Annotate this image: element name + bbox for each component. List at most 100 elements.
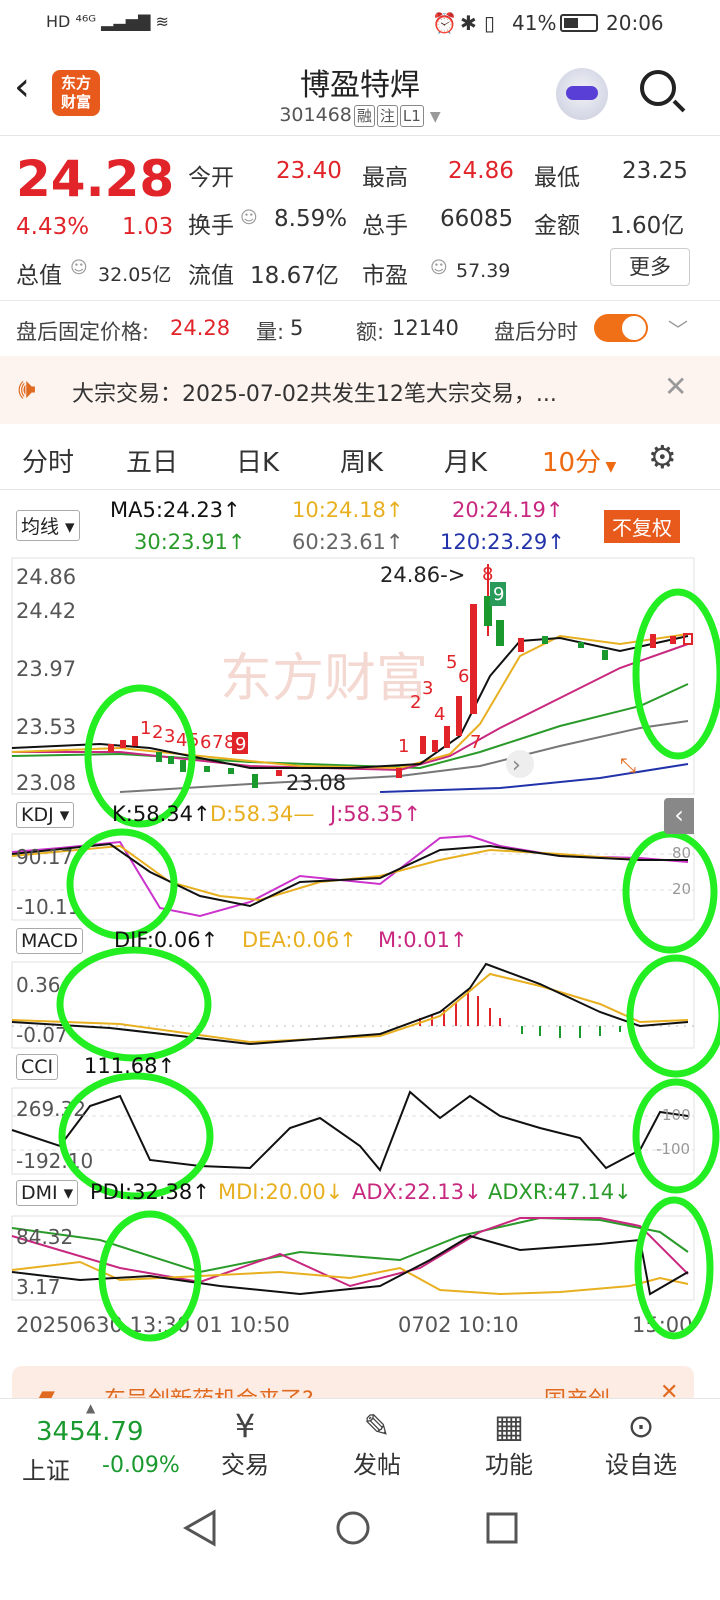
chevron-down-icon[interactable]: ﹀ xyxy=(668,314,688,343)
svg-text:8: 8 xyxy=(482,564,493,585)
search-icon[interactable] xyxy=(640,70,686,113)
index-name: 上证 xyxy=(22,1457,70,1485)
system-recents-icon xyxy=(486,1512,518,1544)
more-button[interactable]: 更多 xyxy=(610,248,690,286)
macd-dea-line xyxy=(11,972,689,1044)
system-back-icon xyxy=(182,1509,216,1547)
tab-monthly[interactable]: 月K xyxy=(444,442,487,479)
robot-assistant-icon[interactable] xyxy=(556,68,608,120)
mktcap-label: 总值 xyxy=(16,263,62,289)
ma60-value: 60:23.61↑ xyxy=(292,530,404,554)
kline-chart-area[interactable]: 东方财富 1234 5678 9 1234 5678 9 24.86-> 23.… xyxy=(0,556,720,1356)
change-percent: 4.43% xyxy=(16,214,90,240)
tab-intraday[interactable]: 分时 xyxy=(22,442,74,479)
svg-text:24.86: 24.86 xyxy=(16,565,76,589)
yen-icon: ¥ xyxy=(234,1407,256,1445)
level-tag: L1 xyxy=(399,105,424,127)
index-change: -0.09% xyxy=(102,1453,180,1478)
after-hours-price: 24.28 xyxy=(170,316,231,340)
dmi-adx-value: ADX:22.13↓ xyxy=(352,1180,482,1204)
low-label: 最低 xyxy=(534,165,580,191)
notice-banner[interactable]: 🕪 大宗交易：2025-07-02共发生12笔大宗交易，... ✕ xyxy=(0,356,720,424)
dmi-pdi-value: PDI:32.38↑ xyxy=(90,1180,210,1204)
kdj-k-line xyxy=(11,842,688,908)
svg-text:23.08: 23.08 xyxy=(16,771,76,795)
cci-selector[interactable]: CCI xyxy=(16,1054,59,1080)
bottom-nav: 3454.79 ▲ 上证 -0.09% ¥ 交易 ✎ 发帖 ▦ 功能 ⊙ 设自选 xyxy=(0,1398,720,1490)
current-price: 24.28 xyxy=(16,150,175,208)
chevron-right-icon: › xyxy=(512,753,521,778)
bluetooth-icon: ✱ xyxy=(460,11,477,35)
registration-tag: 注 xyxy=(376,105,398,127)
macd-m-value: M:0.01↑ xyxy=(378,928,468,952)
kdj-axis-top: 90.17 xyxy=(16,845,73,869)
info-icon[interactable]: ☺ xyxy=(240,208,258,228)
macd-histogram xyxy=(419,990,621,1038)
svg-text:0702 10:10: 0702 10:10 xyxy=(398,1313,519,1337)
cci-right-bottom: -100 xyxy=(656,1140,690,1158)
high-annotation: 24.86-> xyxy=(380,563,465,587)
svg-text:24.42: 24.42 xyxy=(16,599,76,623)
svg-text:6: 6 xyxy=(458,666,469,687)
nav-functions[interactable]: ▦ 功能 xyxy=(454,1407,564,1480)
dmi-selector[interactable]: DMI ▾ xyxy=(16,1180,79,1206)
open-label: 今开 xyxy=(188,165,234,191)
dmi-axis-top: 84.32 xyxy=(16,1225,73,1249)
stock-code: 301468 xyxy=(279,104,352,126)
cci-line xyxy=(11,1090,689,1172)
svg-text:23.53: 23.53 xyxy=(16,715,76,739)
alarm-icon: ⏰ xyxy=(432,11,457,35)
volume-label: 总手 xyxy=(362,213,408,239)
tab-10min[interactable]: 10分 ▼ xyxy=(542,442,616,479)
nav-post[interactable]: ✎ 发帖 xyxy=(322,1407,432,1480)
index-value[interactable]: 3454.79 xyxy=(36,1417,144,1447)
ma10-value: 10:24.18↑ xyxy=(292,498,404,522)
kdj-j-line xyxy=(11,834,689,918)
svg-text:01 10:50: 01 10:50 xyxy=(196,1313,290,1337)
expand-up-icon[interactable]: ▲ xyxy=(86,1401,95,1415)
adjust-badge[interactable]: 不复权 xyxy=(604,510,680,543)
settings-gear-icon[interactable]: ⚙ xyxy=(648,438,677,476)
svg-text:1: 1 xyxy=(140,718,151,739)
grid-icon: ▦ xyxy=(493,1407,525,1445)
nav-add-watchlist[interactable]: ⊙ 设自选 xyxy=(586,1407,696,1480)
macd-dif-line xyxy=(11,962,689,1046)
macd-dif-value: DIF:0.06↑ xyxy=(114,928,219,952)
svg-text:3: 3 xyxy=(422,678,433,699)
stock-name: 博盈特焊 xyxy=(300,68,420,103)
stock-code-line[interactable]: 301468 融注 L1 ▼ xyxy=(0,104,720,127)
kdj-right-top: 80 xyxy=(672,844,691,862)
edit-icon: ✎ xyxy=(363,1407,391,1445)
system-home-icon xyxy=(336,1511,370,1545)
svg-text:23.97: 23.97 xyxy=(16,657,76,681)
tab-daily[interactable]: 日K xyxy=(236,442,279,479)
macd-selector[interactable]: MACD xyxy=(16,928,83,954)
tab-five-day[interactable]: 五日 xyxy=(126,442,178,479)
amount-value: 1.60亿 xyxy=(610,213,685,239)
cci-frame xyxy=(11,1087,695,1175)
info-icon[interactable]: ☺ xyxy=(430,258,448,278)
cci-axis-bottom: -192.10 xyxy=(16,1149,93,1173)
info-icon[interactable]: ☺ xyxy=(70,258,88,278)
ma-selector[interactable]: 均线 ▾ xyxy=(16,510,80,541)
system-nav-bar xyxy=(0,1490,720,1600)
float-value: 18.67亿 xyxy=(250,263,339,289)
kdj-right-bottom: 20 xyxy=(672,880,691,898)
battery-percent: 41% xyxy=(512,11,557,35)
speaker-icon: 🕪 xyxy=(18,372,36,405)
tab-weekly[interactable]: 周K xyxy=(340,442,383,479)
vibrate-icon: ▯ xyxy=(484,11,496,35)
more-icon: ⊙ xyxy=(627,1407,655,1445)
kdj-selector[interactable]: KDJ ▾ xyxy=(16,802,75,828)
dmi-adx-line xyxy=(11,1217,689,1288)
dmi-mdi-value: MDI:20.00↓ xyxy=(218,1180,344,1204)
nav-trade[interactable]: ¥ 交易 xyxy=(190,1407,300,1480)
turnover-label: 换手 xyxy=(188,213,234,239)
after-hours-qty: 5 xyxy=(290,316,304,340)
close-icon[interactable]: ✕ xyxy=(664,370,687,403)
after-hours-toggle[interactable] xyxy=(594,314,648,342)
dmi-axis-bottom: 3.17 xyxy=(16,1275,61,1299)
svg-text:3: 3 xyxy=(164,726,175,747)
ma30-value: 30:23.91↑ xyxy=(134,530,246,554)
collapse-panel-icon[interactable]: ‹ xyxy=(664,798,694,834)
